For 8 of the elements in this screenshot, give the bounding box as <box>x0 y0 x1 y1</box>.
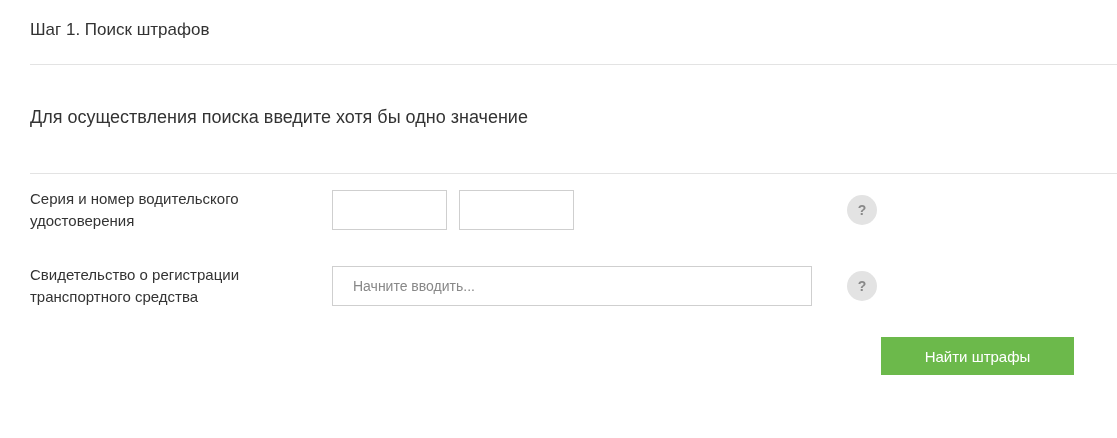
step-title: Шаг 1. Поиск штрафов <box>30 19 211 41</box>
field-label: Серия и номер водительского удостоверения <box>30 189 240 231</box>
help-icon[interactable]: ? <box>847 271 877 301</box>
help-icon[interactable]: ? <box>847 195 877 225</box>
find-fines-button[interactable]: Найти штрафы <box>881 337 1074 375</box>
input-field[interactable]: Начните вводить... <box>332 266 812 306</box>
field-label: Свидетельство о регистрации транспортного средства <box>30 265 241 307</box>
instruction-text: Для осуществления поиска введите хотя бы одно значение <box>30 106 529 129</box>
